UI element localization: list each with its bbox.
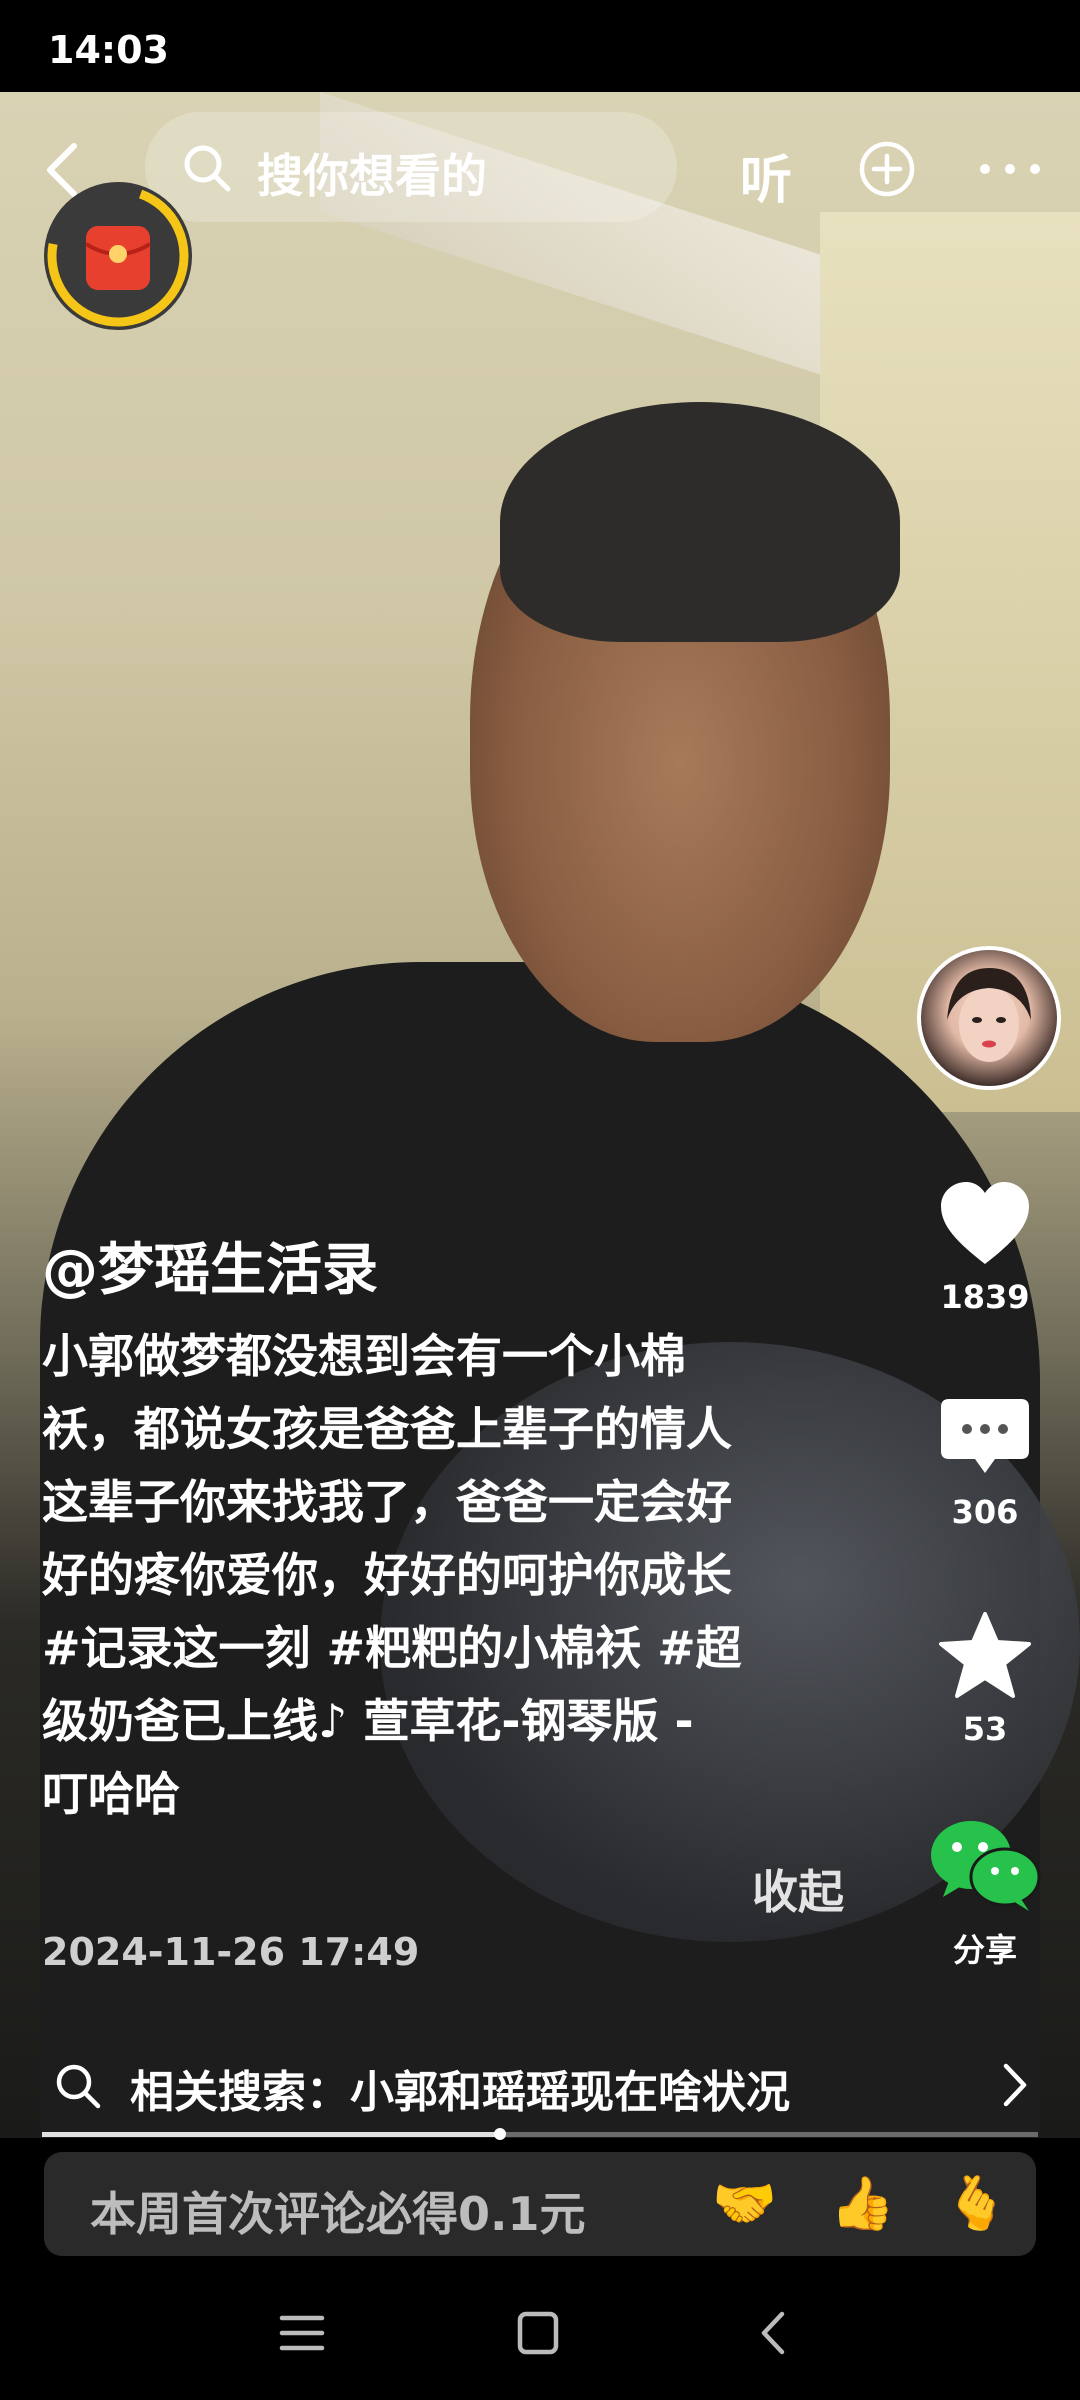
collapse-button[interactable]: 收起	[752, 1856, 844, 1922]
comment-bubble-icon	[920, 1395, 1050, 1487]
plus-circle-icon[interactable]	[858, 140, 916, 198]
heart-icon	[920, 1180, 1050, 1272]
caption-line: 袄，都说女孩是爸爸上辈子的情人	[42, 1402, 732, 1456]
related-search-bar[interactable]: 相关搜索：小郭和瑶瑶现在啥状况	[42, 2040, 1038, 2130]
wechat-icon	[920, 1815, 1050, 1919]
star-icon	[920, 1610, 1050, 1704]
post-caption: 小郭做梦都没想到会有一个小棉 袄，都说女孩是爸爸上辈子的情人 这辈子你来找我了，…	[42, 1320, 862, 1831]
caption-line: 好的疼你爱你，好好的呵护你成长	[42, 1548, 732, 1602]
progress-fill	[42, 2132, 501, 2137]
caption-line: 小郭做梦都没想到会有一个小棉	[42, 1329, 686, 1383]
search-icon	[54, 2062, 102, 2110]
video-progress-bar[interactable]	[42, 2128, 1038, 2140]
hashtag-line[interactable]: 级奶爸已上线♪ 萱草花-钢琴版 -	[42, 1685, 862, 1758]
hashtag-line[interactable]: #记录这一刻 #粑粑的小棉袄 #超	[42, 1612, 862, 1685]
author-handle[interactable]: @梦瑶生活录	[42, 1225, 378, 1306]
search-placeholder: 搜你想看的	[257, 149, 487, 203]
favorite-button[interactable]: 53	[920, 1610, 1050, 1748]
status-bar: 14:03	[0, 0, 1080, 92]
favorite-count: 53	[962, 1710, 1008, 1748]
more-dots-icon[interactable]	[975, 140, 1045, 198]
caption-line: 这辈子你来找我了，爸爸一定会好	[42, 1475, 732, 1529]
like-button[interactable]: 1839	[920, 1180, 1050, 1316]
search-bar[interactable]: 搜你想看的	[145, 112, 677, 222]
author-avatar[interactable]	[917, 946, 1061, 1090]
menu-icon[interactable]	[272, 2308, 332, 2358]
system-nav-bar	[0, 2256, 1080, 2400]
comment-input[interactable]: 本周首次评论必得0.1元 🤝 👍 🫰	[44, 2152, 1036, 2256]
red-packet-timer[interactable]	[44, 182, 192, 330]
comment-button[interactable]: 306	[920, 1395, 1050, 1531]
back-triangle-icon[interactable]	[744, 2308, 804, 2358]
comment-placeholder: 本周首次评论必得0.1元	[90, 2187, 586, 2241]
finger-heart-emoji-icon[interactable]: 🫰	[944, 2174, 1009, 2234]
video-player[interactable]	[0, 92, 1080, 2138]
listen-button[interactable]: 听	[740, 138, 792, 213]
share-button[interactable]: 分享	[920, 1815, 1050, 1971]
status-time: 14:03	[48, 28, 169, 72]
post-date: 2024-11-26 17:49	[42, 1930, 420, 1974]
share-label: 分享	[952, 1931, 1017, 1969]
square-home-icon[interactable]	[508, 2308, 568, 2358]
handshake-emoji-icon[interactable]: 🤝	[712, 2174, 777, 2234]
comment-count: 306	[951, 1493, 1019, 1531]
video-person-hair	[500, 402, 900, 642]
related-search-text: 相关搜索：小郭和瑶瑶现在啥状况	[130, 2067, 790, 2118]
music-line[interactable]: 叮哈哈	[42, 1758, 862, 1831]
chevron-right-icon	[1000, 2062, 1030, 2108]
like-count: 1839	[940, 1278, 1030, 1316]
progress-handle[interactable]	[494, 2128, 507, 2140]
thumbs-up-emoji-icon[interactable]: 👍	[830, 2174, 895, 2234]
red-packet-icon	[84, 226, 152, 290]
